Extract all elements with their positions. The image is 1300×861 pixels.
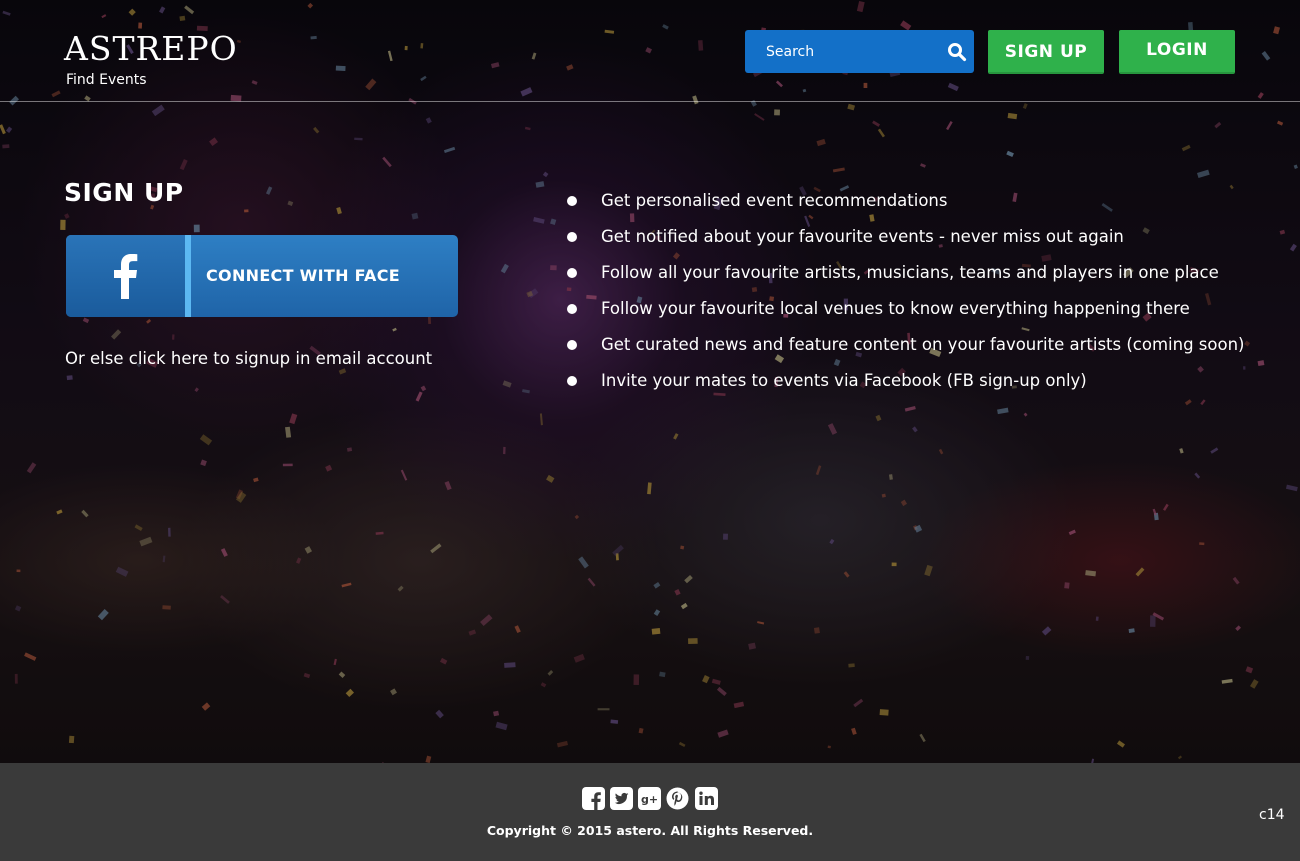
search-input[interactable] bbox=[745, 30, 940, 73]
benefit-item: Get notified about your favourite events… bbox=[566, 222, 1244, 258]
benefit-item: Follow your favourite local venues to kn… bbox=[566, 294, 1244, 330]
top-header: ASTREPO Find Events SIGN UP LOGIN bbox=[0, 0, 1300, 102]
twitter-icon[interactable] bbox=[610, 787, 633, 810]
build-label: c14 bbox=[1259, 807, 1285, 823]
linkedin-icon[interactable] bbox=[695, 787, 718, 810]
benefit-item: Follow all your favourite artists, music… bbox=[566, 258, 1244, 294]
benefit-item: Invite your mates to events via Facebook… bbox=[566, 366, 1244, 402]
google-plus-icon[interactable]: g+ bbox=[638, 787, 661, 810]
signup-heading: SIGN UP bbox=[64, 178, 184, 207]
facebook-button-divider bbox=[185, 235, 191, 317]
facebook-icon bbox=[114, 254, 138, 299]
benefit-text: Follow all your favourite artists, music… bbox=[601, 263, 1219, 282]
email-signup-link[interactable]: Or else click here to signup in email ac… bbox=[65, 349, 432, 368]
bullet-icon bbox=[567, 196, 577, 206]
connect-facebook-button[interactable]: CONNECT WITH FACE BOOK bbox=[66, 235, 458, 317]
login-button[interactable]: LOGIN bbox=[1119, 30, 1235, 74]
benefits-list: Get personalised event recommendations G… bbox=[566, 186, 1244, 402]
bullet-icon bbox=[567, 376, 577, 386]
bullet-icon bbox=[567, 232, 577, 242]
benefit-text: Get notified about your favourite events… bbox=[601, 227, 1124, 246]
copyright-text: Copyright © 2015 astero. All Rights Rese… bbox=[486, 823, 814, 838]
benefit-text: Get personalised event recommendations bbox=[601, 191, 948, 210]
benefit-item: Get curated news and feature content on … bbox=[566, 330, 1244, 366]
site-logo[interactable]: ASTREPO bbox=[64, 30, 238, 68]
benefit-text: Follow your favourite local venues to kn… bbox=[601, 299, 1190, 318]
search-icon[interactable] bbox=[947, 42, 967, 62]
bullet-icon bbox=[567, 268, 577, 278]
signup-button[interactable]: SIGN UP bbox=[988, 30, 1104, 74]
search-box[interactable] bbox=[745, 30, 974, 73]
site-tagline: Find Events bbox=[66, 72, 147, 88]
benefit-text: Invite your mates to events via Facebook… bbox=[601, 371, 1087, 390]
benefit-item: Get personalised event recommendations bbox=[566, 186, 1244, 222]
bullet-icon bbox=[567, 340, 577, 350]
facebook-icon[interactable] bbox=[582, 787, 605, 810]
page-footer: g+ Copyright © 2015 astero. All Rights R… bbox=[0, 763, 1300, 861]
bullet-icon bbox=[567, 304, 577, 314]
facebook-button-label: CONNECT WITH FACE BOOK bbox=[206, 266, 401, 285]
benefit-text: Get curated news and feature content on … bbox=[601, 335, 1245, 354]
svg-text:g+: g+ bbox=[641, 793, 658, 806]
pinterest-icon[interactable] bbox=[666, 787, 689, 810]
